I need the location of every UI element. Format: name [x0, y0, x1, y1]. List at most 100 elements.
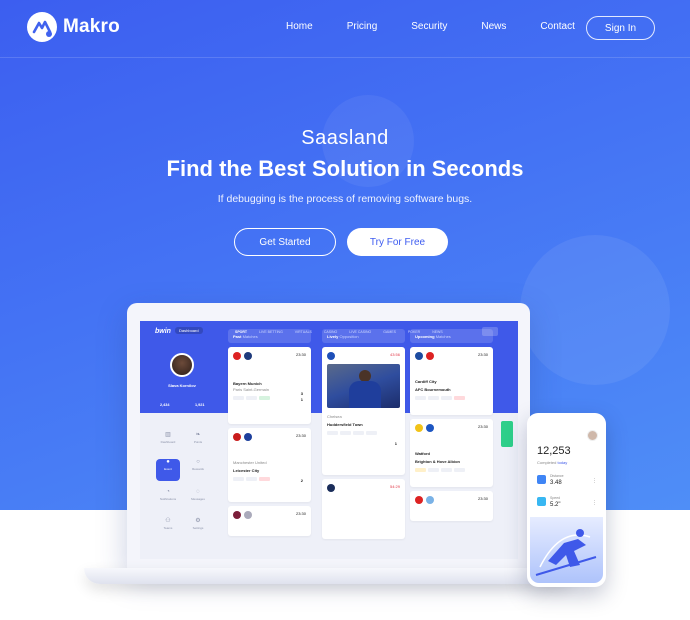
- column-subtitle: Matches: [435, 334, 451, 339]
- live-match-card[interactable]: 43:56 Chelsea Huddersfield Town 1: [322, 347, 405, 475]
- sidebar-item-points[interactable]: ❧ Points: [186, 431, 210, 453]
- more-icon[interactable]: ⋮: [592, 500, 597, 506]
- sidebar-item-dashboard[interactable]: ▥ Dashboard: [156, 431, 180, 453]
- sidebar-item-rewards[interactable]: ○ Rewards: [186, 459, 210, 481]
- column-subtitle: Opposition: [339, 334, 359, 339]
- match-time: 23:30: [295, 433, 306, 438]
- stat-row-distance[interactable]: Distance 3.48 ⋮: [537, 473, 599, 493]
- users-icon: ⚇: [165, 518, 171, 524]
- odds-row: [233, 477, 306, 481]
- sidebar-item-label: Dashboard: [160, 440, 176, 444]
- logo-text: Makro: [63, 16, 120, 37]
- home-score: 3: [300, 391, 303, 396]
- bell-icon: ◔: [166, 489, 170, 495]
- sidebar-item-settings[interactable]: ⚙ Settings: [186, 517, 210, 539]
- column-title: Past: [233, 334, 242, 339]
- nav-item-contact[interactable]: Contact: [540, 21, 574, 32]
- match-card[interactable]: 23:30: [410, 491, 493, 521]
- sidebar-item-label: Messages: [191, 497, 205, 501]
- team-logo: [233, 511, 241, 519]
- stat-label: Distance: [550, 474, 564, 478]
- team-logo: [327, 352, 335, 360]
- match-card[interactable]: 23:30 Bayern Munich Paris Saint-Germain …: [228, 347, 311, 424]
- home-score: 2: [300, 478, 303, 483]
- bet-slip-tab[interactable]: [501, 421, 513, 447]
- skier-illustration: [530, 517, 603, 583]
- phone-screen: 12,253 Completed today Distance 3.48 ⋮ S…: [530, 417, 603, 583]
- team-logo: [244, 433, 252, 441]
- laptop-base: [84, 568, 574, 584]
- user-stat: 1,921: [195, 403, 205, 407]
- column-header: Lively Opposition: [322, 329, 405, 343]
- home-team: Watford: [415, 451, 430, 456]
- sidebar-item-messages[interactable]: ◌ Messages: [186, 489, 210, 511]
- match-time: 43:56: [389, 352, 400, 357]
- match-time: 23:30: [477, 352, 488, 357]
- team-logo: [244, 511, 252, 519]
- hero-kicker: Saasland: [301, 127, 389, 149]
- nav-item-home[interactable]: Home: [286, 21, 313, 32]
- sign-in-button[interactable]: Sign In: [586, 16, 655, 40]
- team-logo: [426, 352, 434, 360]
- sidebar-item-label: Points: [193, 440, 203, 444]
- away-team: Leicester City: [233, 468, 260, 473]
- gear-icon: ⚙: [195, 518, 201, 524]
- nav-item-pricing[interactable]: Pricing: [347, 21, 378, 32]
- avatar[interactable]: [170, 353, 194, 377]
- completed-text: Completed: [537, 460, 557, 465]
- away-team: Huddersfield Town: [327, 422, 363, 427]
- sidebar-item-teams[interactable]: ⚇ Teams: [156, 517, 180, 539]
- message-icon: ◌: [196, 489, 200, 495]
- match-time: 23:30: [477, 424, 488, 429]
- dashboard-screen: bwin Dashboard SPORT LIVE BETTING VIRTUA…: [140, 321, 518, 559]
- stat-label: Speed: [550, 496, 561, 500]
- more-icon[interactable]: ⋮: [592, 478, 597, 484]
- player-photo: [327, 364, 400, 408]
- stat-value: 5.2": [550, 502, 561, 508]
- sidebar-item-label: Settings: [192, 526, 204, 530]
- match-card[interactable]: 23:30: [228, 506, 311, 536]
- team-logo: [426, 424, 434, 432]
- chart-icon: ▥: [165, 432, 171, 438]
- logo-icon: [27, 12, 57, 42]
- sidebar-item-event[interactable]: ● Event: [156, 459, 180, 481]
- sidebar-item-notifications[interactable]: ◔ Notifications: [156, 489, 180, 511]
- home-team: Bayern Munich: [233, 381, 262, 386]
- match-card[interactable]: 23:30 Watford Brighton & Hove Albion: [410, 419, 493, 487]
- logo[interactable]: Makro: [27, 12, 120, 42]
- phone-mockup: 12,253 Completed today Distance 3.48 ⋮ S…: [527, 413, 606, 587]
- stat-row-speed[interactable]: Speed 5.2" ⋮: [537, 495, 599, 515]
- team-logo: [426, 496, 434, 504]
- ball-icon: ●: [166, 459, 170, 465]
- away-team: AFC Bournemouth: [415, 387, 451, 392]
- team-logo: [415, 424, 423, 432]
- away-team: Paris Saint-Germain: [233, 387, 270, 392]
- column-title: Upcoming: [415, 334, 435, 339]
- live-matches-column: Lively Opposition 43:56 Chelsea Huddersf…: [322, 329, 405, 539]
- team-logo: [233, 352, 241, 360]
- completed-period[interactable]: today: [557, 460, 567, 465]
- get-started-button[interactable]: Get Started: [234, 228, 336, 256]
- team-logo: [233, 433, 241, 441]
- sidebar-item-label: Event: [164, 467, 172, 471]
- team-logo: [415, 352, 423, 360]
- laptop-mockup: bwin Dashboard SPORT LIVE BETTING VIRTUA…: [127, 303, 530, 570]
- live-match-card[interactable]: 54:29: [322, 479, 405, 539]
- nav-item-security[interactable]: Security: [411, 21, 447, 32]
- column-title: Lively: [327, 334, 339, 339]
- try-free-button[interactable]: Try For Free: [347, 228, 448, 256]
- sidebar-item-label: Rewards: [192, 467, 204, 471]
- nav-item-news[interactable]: News: [481, 21, 506, 32]
- home-team: Manchester United: [233, 460, 267, 465]
- match-time: 23:30: [477, 496, 488, 501]
- decor-circle: [520, 235, 670, 385]
- avatar[interactable]: [587, 430, 598, 441]
- match-card[interactable]: 23:30 Manchester United Leicester City 2: [228, 428, 311, 502]
- match-card[interactable]: 23:30 Cardiff City AFC Bournemouth: [410, 347, 493, 415]
- odds-row: [327, 431, 400, 435]
- hero-subtitle: If debugging is the process of removing …: [217, 193, 473, 205]
- odds-row: [415, 396, 488, 400]
- column-subtitle: Matches: [242, 334, 258, 339]
- dashboard-sidebar: Slava Kornilov 2,434 1,921 ▥ Dashboard ❧ P…: [140, 343, 224, 559]
- dashboard-pill[interactable]: Dashboard: [175, 327, 203, 334]
